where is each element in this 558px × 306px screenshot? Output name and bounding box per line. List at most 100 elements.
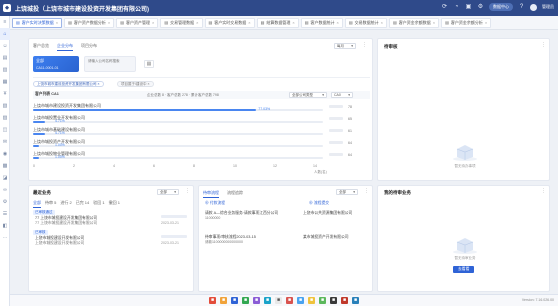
link-icon[interactable]: ∞	[0, 184, 10, 196]
app-icon[interactable]: ■	[330, 297, 337, 304]
home-icon[interactable]: ⌂	[0, 28, 10, 40]
more-icon[interactable]: ⋮	[362, 42, 367, 48]
tab-1[interactable]: ▤ 客户资产数据分析 ×	[64, 17, 115, 28]
tab-0[interactable]: ▤ 客户实时决策数据 ×	[12, 17, 63, 28]
close-icon[interactable]: ×	[108, 20, 110, 25]
wallet-icon[interactable]: ◫	[0, 124, 10, 136]
app-icon[interactable]: ■	[264, 297, 271, 304]
money-icon[interactable]: ¥	[0, 88, 10, 100]
filter-chip-company[interactable]: 上饶市城市建设投资开发集团有限公司 ×	[33, 81, 104, 87]
tab-pending-flow[interactable]: 待审流程	[203, 190, 219, 198]
gear-icon[interactable]: ⚙	[0, 196, 10, 208]
close-icon[interactable]: ×	[433, 20, 435, 25]
chart-icon[interactable]: ▥	[0, 64, 10, 76]
company-row[interactable]: 上饶市城投置业开发有限公司 4.71% 65	[33, 115, 369, 125]
business-tab[interactable]: 全部	[33, 200, 41, 208]
close-icon[interactable]: ×	[56, 20, 58, 25]
tab-5[interactable]: ▤ 结算数据管理 ×	[256, 17, 299, 28]
help-icon[interactable]: ?	[518, 4, 525, 11]
company-row[interactable]: 上饶市城投物业管理有限公司 1.00% 64	[33, 151, 369, 161]
refresh-icon[interactable]: ⟳	[441, 4, 448, 11]
user-icon[interactable]: ☺	[0, 40, 10, 52]
close-icon[interactable]: ×	[98, 82, 100, 86]
folder-icon[interactable]: ▤	[0, 52, 10, 64]
tab-7[interactable]: ▤ 交易数据统计 ×	[344, 17, 387, 28]
tab-3[interactable]: ▤ 交易管理数据 ×	[160, 17, 203, 28]
bell-icon[interactable]: ◉	[0, 148, 10, 160]
close-icon[interactable]: ×	[292, 20, 294, 25]
notification-icon[interactable]: ◔	[453, 4, 460, 11]
tab-project[interactable]: 项目分布	[81, 43, 97, 51]
more-icon[interactable]: ⋮	[541, 42, 546, 48]
tab-company[interactable]: 企业分布	[57, 43, 73, 51]
search-card[interactable]: 请输入公司名称搜索	[84, 56, 136, 72]
tab-2[interactable]: ▤ 客户资产管理 ×	[116, 17, 159, 28]
settings-icon[interactable]: ⚙	[477, 4, 484, 11]
more-icon[interactable]: ⋮	[541, 188, 546, 194]
close-icon[interactable]: ×	[337, 20, 339, 25]
app-icon[interactable]: ■	[231, 297, 238, 304]
tab-4[interactable]: ▤ 客户实时交易数据 ×	[204, 17, 255, 28]
chat-icon[interactable]: ▣	[465, 4, 472, 11]
filter-chip-status[interactable]: 项目属于/建设中 ×	[117, 81, 154, 87]
submit-flow-link[interactable]: ⊕ 流程提交	[309, 201, 329, 206]
more-icon[interactable]: ⋯	[0, 232, 10, 244]
app-icon[interactable]: ■	[352, 297, 359, 304]
close-icon[interactable]: ×	[381, 20, 383, 25]
tab-9[interactable]: ▤ 客户资金余额分析 ×	[441, 17, 492, 28]
report-icon[interactable]: ▧	[0, 100, 10, 112]
document-icon[interactable]: ▦	[0, 76, 10, 88]
company-row[interactable]: 上饶市城市建设投资开发集团有限公司 77.03% 78	[33, 103, 369, 113]
app-icon[interactable]: ■	[286, 297, 293, 304]
app-icon[interactable]: ■	[209, 297, 216, 304]
company-type-select[interactable]: 全部公司类型 ▾	[289, 92, 327, 98]
filter-select[interactable]: 全部 ▾	[336, 189, 358, 195]
calendar-icon[interactable]: ▨	[0, 112, 10, 124]
go-see-button[interactable]: 去看看	[453, 266, 475, 273]
more-icon[interactable]: ⋮	[364, 188, 369, 194]
period-select[interactable]: 每月 ▾	[334, 43, 356, 49]
ca-select[interactable]: CA0 ▾	[331, 92, 353, 98]
app-icon[interactable]: ■	[275, 297, 282, 304]
close-icon[interactable]: ×	[152, 20, 154, 25]
app-icon[interactable]: ■	[341, 297, 348, 304]
grid-icon[interactable]: ▦	[144, 60, 154, 68]
list-icon[interactable]: ☰	[0, 208, 10, 220]
tab-flow-track[interactable]: 流程追踪	[227, 190, 243, 198]
tag-icon[interactable]: ◪	[0, 172, 10, 184]
tab-6[interactable]: ▤ 客户数据统计 ×	[300, 17, 343, 28]
business-item[interactable]: 已审核 上饶市城投建设开发有限公司 上饶市城投建设开发有限公司 2023-03-21	[33, 230, 191, 248]
close-icon[interactable]: ×	[147, 82, 149, 86]
app-icon[interactable]: ■	[308, 297, 315, 304]
menu-icon[interactable]: ≡	[0, 16, 10, 28]
more-icon[interactable]: ⋮	[185, 188, 190, 194]
app-icon[interactable]: ■	[242, 297, 249, 304]
business-item[interactable]: 已审核通过 77 上饶市城投建设开发集团有限公司 77 上饶市城投建设开发集团有限公…	[33, 210, 191, 228]
filter-select[interactable]: 全部 ▾	[157, 189, 179, 195]
company-row[interactable]: 上饶市城投资产开发有限公司 1.00% 64	[33, 139, 369, 149]
app-icon[interactable]: ■	[319, 297, 326, 304]
payment-flow-link[interactable]: ⊕ 付款流程	[205, 201, 225, 206]
app-icon[interactable]: ■	[297, 297, 304, 304]
app-icon[interactable]: ■	[253, 297, 260, 304]
tab-overview[interactable]: 客户总览	[33, 43, 49, 51]
close-icon[interactable]: ×	[485, 20, 487, 25]
message-icon[interactable]: ✉	[0, 136, 10, 148]
workflow-row[interactable]: 请款 A—综合业务服务·请款事项江西分公司 11000000 上饶市公共资源集团有限…	[203, 211, 370, 231]
user-name[interactable]: 管理员	[542, 4, 554, 10]
cart-icon[interactable]: ◧	[0, 220, 10, 232]
company-row[interactable]: 上饶市城市基础建设有限公司 4.71% 61	[33, 127, 369, 137]
business-tab[interactable]: 驳回 1	[93, 200, 104, 208]
app-icon[interactable]: ■	[220, 297, 227, 304]
tab-8[interactable]: ▤ 客户资金余额数据 ×	[389, 17, 440, 28]
close-icon[interactable]: ×	[248, 20, 250, 25]
business-tab[interactable]: 已完 14	[76, 200, 90, 208]
workflow-row[interactable]: 待审事项/审核流程2023-03-15 请款1100000000000000 某市城…	[203, 235, 370, 255]
business-tab[interactable]: 撤回 1	[109, 200, 120, 208]
business-tab[interactable]: 待审 5	[45, 200, 56, 208]
summary-card-all[interactable]: 全部 CA11-0001-01	[33, 56, 79, 72]
close-icon[interactable]: ×	[196, 20, 198, 25]
data-center-button[interactable]: 数据中心	[489, 3, 513, 11]
business-tab[interactable]: 进行 2	[60, 200, 71, 208]
grid-icon[interactable]: ▩	[0, 160, 10, 172]
